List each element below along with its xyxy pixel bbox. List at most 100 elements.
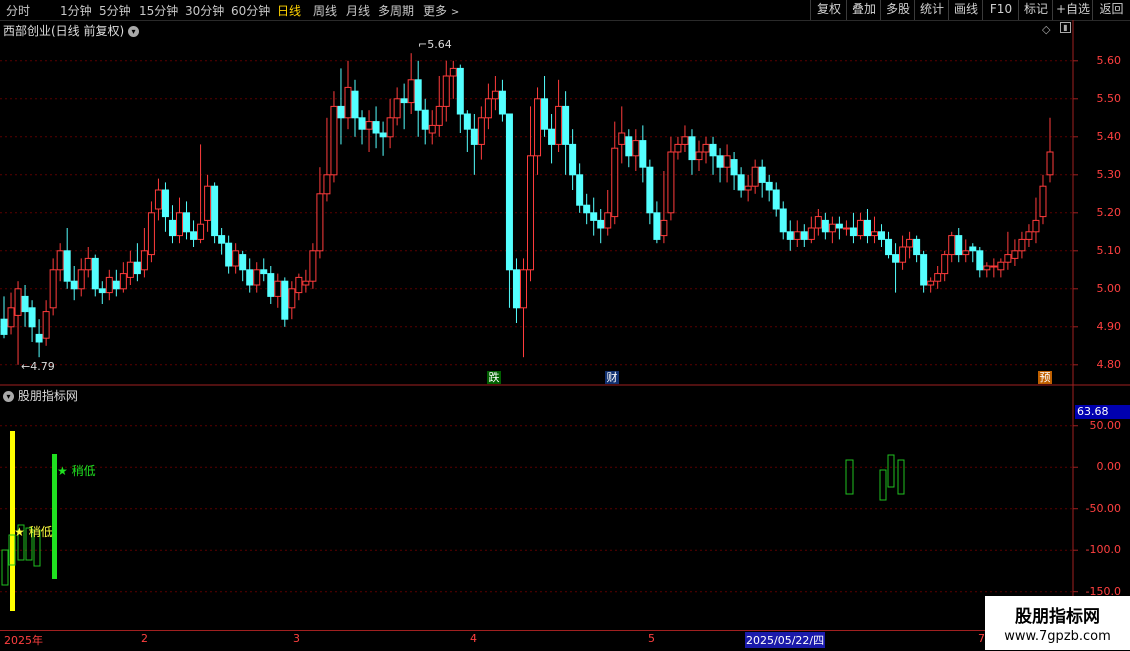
candle-body [548,128,556,145]
candle-body [744,185,752,191]
candle-body [625,136,633,157]
candle-body [218,235,226,244]
chevron-down-icon[interactable]: ▾ [3,391,14,402]
candle-body [674,143,682,153]
candle-body [288,288,296,309]
candle-body [56,250,64,271]
high-price-label: 5.64 [427,38,452,51]
candle-body [1039,185,1047,218]
candle-body [168,219,176,237]
watermark-logo: 股朋指标网 www.7gpzb.com [985,596,1130,650]
candle-body [765,181,773,191]
candle-body [786,231,794,240]
indicator-bar [887,454,895,488]
candle-body [484,98,492,119]
price-tick-label: 5.50 [1096,91,1122,105]
candle-body [470,128,478,145]
candle-body [983,265,991,271]
candle-body [737,174,745,191]
candle-body [906,238,914,248]
candle-body [477,117,485,145]
indicator-tick-label: 50.00 [1089,418,1122,432]
candle-body [618,132,626,145]
candle-body [211,185,219,237]
candle-body [1004,254,1012,263]
candle-body [512,269,520,309]
price-tick-label: 4.80 [1096,357,1122,371]
candle-body [112,280,120,290]
candle-body [779,208,787,233]
candle-body [913,238,921,256]
candle-body [927,280,935,286]
candle-body [541,98,549,130]
candle-body [133,261,141,275]
candle-body [955,235,963,256]
candle-body [204,185,212,221]
event-tag-drop[interactable]: 跌 [487,371,501,384]
candle-body [190,231,198,240]
candle-body [569,143,577,176]
candle-body [534,98,542,157]
candle-body [246,269,254,286]
price-tick-label: 4.90 [1096,319,1122,333]
price-tick-label: 5.20 [1096,205,1122,219]
candle-body [681,136,689,145]
candle-body [91,257,99,290]
candle-body [576,174,584,206]
candle-body [239,254,247,271]
candle-body [463,113,471,130]
candle-body [435,105,443,126]
candle-body [1018,238,1026,252]
candle-body [330,105,338,176]
candle-body [98,288,106,294]
candle-body [35,333,43,343]
candle-body [660,219,668,237]
candle-body [969,246,977,252]
candle-body [604,212,612,229]
candle-body [892,254,900,263]
price-tick-label: 5.00 [1096,281,1122,295]
candle-body [84,257,92,271]
candle-body [863,219,871,237]
event-tag-forecast[interactable]: 预 [1038,371,1052,384]
candle-body [934,273,942,282]
candle-body [1025,231,1033,240]
date-label: 5 [648,632,655,645]
candle-body [49,269,57,309]
candle-body [70,280,78,290]
candle-body [0,318,8,335]
candle-body [393,98,401,119]
price-tick-label: 5.30 [1096,167,1122,181]
candle-body [197,223,205,240]
indicator-bar [1,549,9,586]
candle-body [154,189,162,210]
candle-body [147,212,155,256]
candle-body [414,79,422,111]
candle-body [870,231,878,237]
candle-body [119,273,127,290]
candle-body [14,288,22,316]
candle-body [941,254,949,275]
candle-body [751,166,759,187]
candle-body [878,231,886,240]
candle-body [442,75,450,107]
candle-body [225,242,233,267]
candle-body [337,105,345,119]
event-tag-finance[interactable]: 财 [605,371,619,384]
candle-body [646,166,654,214]
watermark-title: 股朋指标网 [1015,607,1100,627]
candle-body [28,307,36,328]
candle-body [920,254,928,286]
candlestick-chart [0,20,1130,630]
candle-body [498,90,506,115]
candle-body [702,143,710,153]
candle-body [379,132,387,138]
candle-body [365,121,373,130]
low-price-marker: ←4.79 [21,360,55,373]
candle-body [527,155,535,271]
candle-body [372,121,380,134]
candle-body [1032,219,1040,233]
candle-body [316,193,324,252]
candle-body [323,174,331,195]
candle-body [842,227,850,230]
